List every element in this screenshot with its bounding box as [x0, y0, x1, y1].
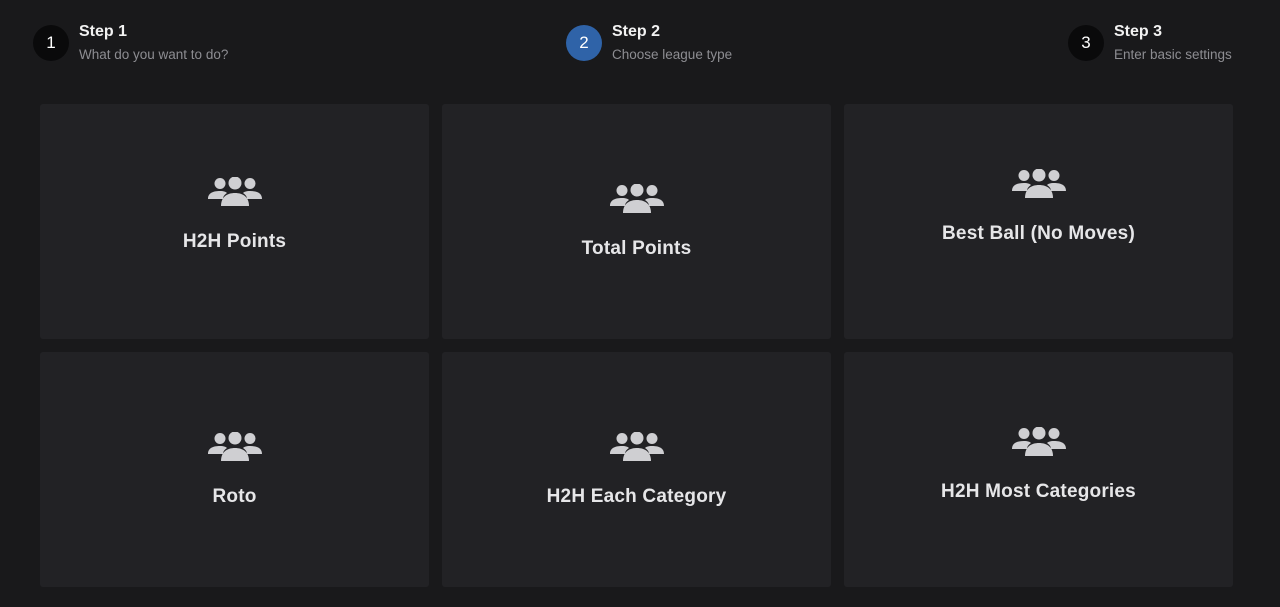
step-1-text: Step 1 What do you want to do? [79, 22, 228, 64]
group-icon [609, 183, 664, 213]
league-type-card-h2h-each-category[interactable]: H2H Each Category [442, 352, 831, 587]
step-2-title: Step 2 [612, 23, 661, 40]
step-3-title: Step 3 [1114, 23, 1163, 40]
step-1-title: Step 1 [79, 23, 128, 40]
step-3-number: 3 [1068, 25, 1104, 61]
step-2-subtitle: Choose league type [612, 47, 733, 62]
step-3-text: Step 3 Enter basic settings [1114, 22, 1232, 64]
league-type-card-h2h-points[interactable]: H2H Points [40, 104, 429, 339]
step-1-subtitle: What do you want to do? [79, 47, 229, 62]
group-icon [207, 431, 262, 461]
group-icon [609, 431, 664, 461]
league-type-card-roto[interactable]: Roto [40, 352, 429, 587]
step-3[interactable]: 3 Step 3 Enter basic settings [1068, 22, 1232, 64]
league-type-card-best-ball[interactable]: Best Ball (No Moves) [844, 104, 1233, 339]
league-type-label: H2H Most Categories [941, 480, 1136, 502]
step-2-number: 2 [566, 25, 602, 61]
stepper: 1 Step 1 What do you want to do? 2 Step … [0, 0, 1280, 100]
league-type-card-h2h-most-categories[interactable]: H2H Most Categories [844, 352, 1233, 587]
league-type-label: Total Points [581, 237, 692, 259]
league-type-grid: H2H Points Total Points Best Ball (No Mo… [40, 104, 1234, 587]
league-type-label: Best Ball (No Moves) [942, 222, 1135, 244]
step-2[interactable]: 2 Step 2 Choose league type [566, 22, 732, 64]
step-2-text: Step 2 Choose league type [612, 22, 732, 64]
league-type-label: H2H Points [182, 230, 287, 252]
group-icon [207, 176, 262, 206]
league-type-card-total-points[interactable]: Total Points [442, 104, 831, 339]
step-1-number: 1 [33, 25, 69, 61]
group-icon [1011, 168, 1066, 198]
league-type-label: H2H Each Category [546, 485, 727, 507]
step-1[interactable]: 1 Step 1 What do you want to do? [33, 22, 228, 64]
group-icon [1011, 426, 1066, 456]
step-3-subtitle: Enter basic settings [1114, 47, 1232, 62]
league-type-label: Roto [212, 485, 257, 507]
